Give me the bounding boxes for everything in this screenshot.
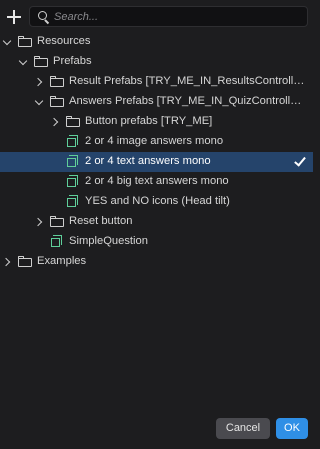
search-field[interactable] [29,6,308,27]
tree-item-label: Prefabs [53,55,92,67]
tree-item[interactable]: SimpleQuestion [0,232,313,252]
tree-item-label: 2 or 4 image answers mono [85,135,224,147]
folder-icon [50,96,64,107]
tree-item-label: Examples [37,255,87,267]
chevron-right-icon[interactable] [34,76,46,88]
tree-item-label: Reset button [69,215,133,227]
folder-icon [34,56,48,67]
checkmark-icon [294,154,304,168]
tree-item[interactable]: Result Prefabs [TRY_ME_IN_ResultsControl… [0,72,313,92]
tree-item[interactable]: 2 or 4 image answers mono [0,132,313,152]
ok-button[interactable]: OK [276,418,308,439]
tree-item-label: 2 or 4 big text answers mono [85,175,229,187]
tree-item[interactable]: Button prefabs [TRY_ME] [0,112,313,132]
tree-item[interactable]: 2 or 4 big text answers mono [0,172,313,192]
chevron-down-icon[interactable] [2,36,14,48]
folder-icon [50,216,64,227]
prefab-icon [67,175,79,188]
tree-item-label: Resources [37,35,91,47]
tree-item[interactable]: Examples [0,252,313,272]
asset-picker-dialog: Resources Prefabs Result Prefabs [TRY_ME_I… [0,0,313,449]
cancel-button[interactable]: Cancel [216,418,270,439]
folder-icon [66,116,80,127]
add-icon[interactable] [5,8,23,26]
folder-icon [18,256,32,267]
tree-item-label: Result Prefabs [TRY_ME_IN_ResultsControl… [69,75,305,87]
toolbar [0,0,313,34]
chevron-right-icon[interactable] [50,116,62,128]
chevron-down-icon[interactable] [34,96,46,108]
tree-item-label: Button prefabs [TRY_ME] [85,115,213,127]
prefab-icon [67,195,79,208]
tree-item[interactable]: 2 or 4 text answers mono [0,152,313,172]
chevron-right-icon[interactable] [2,256,14,268]
tree-item-label: 2 or 4 text answers mono [85,155,211,167]
tree-item[interactable]: Resources [0,32,313,52]
tree-item[interactable]: YES and NO icons (Head tilt) [0,192,313,212]
tree-item-label: SimpleQuestion [69,235,148,247]
prefab-icon [67,135,79,148]
tree-item-label: Answers Prefabs [TRY_ME_IN_QuizControll… [69,95,302,107]
chevron-right-icon[interactable] [34,216,46,228]
tree-item[interactable]: Reset button [0,212,313,232]
prefab-icon [51,235,63,248]
prefab-icon [67,155,79,168]
search-input[interactable] [54,7,304,26]
tree-item[interactable]: Answers Prefabs [TRY_ME_IN_QuizControll… [0,92,313,112]
folder-icon [18,36,32,47]
tree-item-label: YES and NO icons (Head tilt) [85,195,230,207]
search-icon [38,11,50,25]
chevron-down-icon[interactable] [18,56,30,68]
folder-icon [50,76,64,87]
tree-item[interactable]: Prefabs [0,52,313,72]
